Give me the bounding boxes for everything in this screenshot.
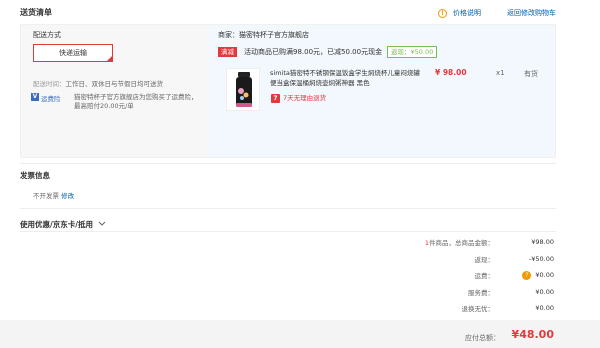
summary-label: 1件商品，总商品金额： — [424, 239, 494, 247]
divider — [20, 208, 556, 209]
summary-row-service: 服务费： ¥0.00 — [254, 287, 554, 297]
summary-label: 运费： — [474, 272, 495, 280]
info-icon: ! — [438, 8, 447, 18]
price-info-link[interactable]: 价格说明 — [453, 8, 481, 18]
total-label: 应付总额： — [465, 334, 500, 342]
summary-row-shipping: 运费： ? ¥0.00 — [254, 270, 554, 280]
summary-value-wrap: ? ¥0.00 — [494, 270, 554, 280]
product-stock: 有货 — [524, 70, 538, 78]
back-to-cart-link[interactable]: 返回修改购物车 — [507, 8, 556, 18]
divider — [20, 231, 556, 232]
summary-value: -¥50.00 — [528, 255, 554, 263]
summary-row-subtotal: 1件商品，总商品金额： ¥98.00 — [254, 237, 554, 247]
insurance-description: 猫密特杯子官方旗舰店为您购买了运费险，最高赔付20.00元/单 — [74, 93, 198, 110]
return-policy-note: 7天无理由退货 — [283, 94, 327, 102]
chevron-down-icon — [98, 221, 105, 226]
invoice-title: 发票信息 — [20, 171, 50, 180]
summary-value: ¥0.00 — [535, 271, 554, 279]
shipping-title: 配送方式 — [33, 31, 61, 39]
promo-text: 活动商品已购满98.00元，已减50.00元现金 — [244, 48, 383, 56]
shipping-method-button[interactable]: 快递运输 — [33, 44, 113, 62]
seller-name: 商家：猫密特杯子官方旗舰店 — [218, 31, 309, 39]
summary-row-return: 退换无忧： ¥0.00 — [254, 303, 555, 313]
coupon-toggle[interactable]: 使用优惠/京东卡/抵用 — [20, 219, 106, 230]
selected-corner-icon — [106, 55, 113, 62]
divider — [20, 163, 556, 164]
product-title[interactable]: simita猫密特不锈钢保温饭盒学生焖烧杯儿童闷烧罐便当盒保温桶焖烧壶焖粥神器 … — [270, 68, 420, 88]
summary-row-cashback: 返现： -¥50.00 — [254, 254, 555, 264]
page-title: 送货清单 — [20, 8, 52, 17]
product-price: ¥ 98.00 — [435, 68, 467, 77]
summary-label: 服务费： — [468, 289, 494, 297]
thermos-image-icon — [236, 72, 252, 107]
cashback-tag: 返现：¥50.00 — [387, 46, 438, 58]
invoice-value: 不开发票 — [33, 192, 59, 200]
invoice-info: 不开发票 修改 — [33, 190, 74, 200]
insurance-icon: V — [31, 93, 39, 101]
summary-value: ¥98.00 — [531, 238, 554, 246]
return-policy-icon: 7 — [271, 94, 280, 103]
shipping-time-label: 配送时间： — [33, 80, 66, 88]
invoice-edit-link[interactable]: 修改 — [61, 192, 74, 200]
shipping-help-icon[interactable]: ? — [522, 270, 532, 280]
shipping-time: 配送时间：工作日、双休日与节假日均可送货 — [33, 78, 163, 88]
coupon-title: 使用优惠/京东卡/抵用 — [20, 220, 93, 229]
summary-value: ¥0.00 — [535, 304, 554, 312]
promo-tag: 满减 — [218, 47, 237, 57]
product-quantity: x1 — [496, 69, 505, 77]
shipping-method-label: 快递运输 — [59, 49, 87, 57]
summary-value: ¥0.00 — [535, 288, 554, 296]
summary-label: 退换无忧： — [461, 305, 495, 313]
summary-label: 返现： — [474, 256, 495, 264]
header-actions: ! 价格说明 返回修改购物车 — [438, 8, 556, 18]
product-image[interactable] — [226, 68, 260, 111]
total-bar — [0, 320, 600, 348]
total-value: ¥48.00 — [511, 328, 554, 341]
insurance-label[interactable]: 运费险 — [41, 93, 61, 103]
shipping-time-value: 工作日、双休日与节假日均可送货 — [65, 80, 164, 88]
